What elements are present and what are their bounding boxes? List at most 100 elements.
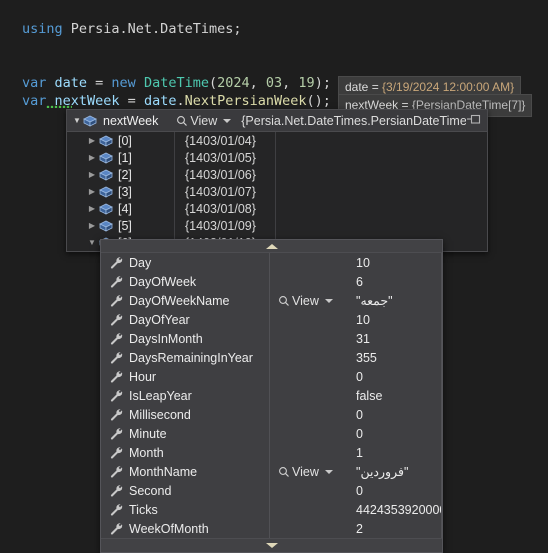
debug-array-row[interactable]: ▶ [5] {1403/01/09}	[67, 217, 487, 234]
property-value: "جمعه"	[356, 294, 393, 308]
property-row[interactable]: Minute 0	[101, 424, 442, 443]
magnifier-icon	[278, 295, 290, 307]
error-squiggle	[46, 104, 72, 108]
wrench-icon	[109, 427, 125, 441]
code-token: (	[208, 75, 218, 91]
wrench-icon	[109, 351, 125, 365]
wrench-icon	[109, 370, 125, 384]
debug-array-value: {1403/01/09}	[185, 218, 256, 233]
property-row[interactable]: DayOfWeekName View "جمعه"	[101, 291, 442, 310]
property-value: "فروردین"	[356, 465, 409, 479]
property-view-button[interactable]: View	[270, 294, 348, 308]
pin-icon[interactable]	[466, 113, 482, 128]
struct-cube-icon	[99, 152, 113, 164]
debug-popup-type-value: {Persia.Net.DateTimes.PersianDateTime[7]…	[241, 113, 466, 128]
property-name: WeekOfMonth	[129, 521, 209, 536]
column-divider	[441, 462, 442, 481]
property-name: MonthName	[129, 464, 198, 479]
triangle-right-icon[interactable]: ▶	[85, 204, 99, 214]
code-line: var date = new DateTime(2024, 03, 19);	[22, 74, 331, 92]
wrench-icon	[109, 484, 125, 498]
column-divider	[275, 200, 276, 217]
property-name: IsLeapYear	[129, 388, 192, 403]
debug-array-row[interactable]: ▶ [4] {1403/01/08}	[67, 200, 487, 217]
debug-array-row[interactable]: ▶ [2] {1403/01/06}	[67, 166, 487, 183]
debug-array-row[interactable]: ▶ [3] {1403/01/07}	[67, 183, 487, 200]
debug-array-value: {1403/01/07}	[185, 184, 256, 199]
debug-popup-header[interactable]: ▼ nextWeek View {Persia.Net.DateTimes.Pe…	[67, 110, 487, 132]
property-value: 0	[356, 483, 363, 498]
column-divider	[275, 132, 276, 149]
property-row[interactable]: WeekOfMonth 2	[101, 519, 442, 538]
property-value: 10	[356, 312, 370, 327]
code-token: );	[314, 75, 331, 91]
chevron-down-icon[interactable]	[324, 298, 333, 303]
triangle-right-icon[interactable]: ▶	[85, 153, 99, 163]
triangle-right-icon[interactable]: ▶	[85, 187, 99, 197]
property-row[interactable]: Ticks 442435392000000000	[101, 500, 442, 519]
triangle-right-icon[interactable]: ▶	[85, 221, 99, 231]
debug-array-index: [5]	[118, 218, 132, 233]
code-token: ();	[306, 93, 331, 109]
property-name: Second	[129, 483, 172, 498]
property-row[interactable]: Month 1	[101, 443, 442, 462]
property-name: Millisecond	[129, 407, 191, 422]
code-token: 2024	[217, 75, 250, 91]
debug-array-value: {1403/01/06}	[185, 167, 256, 182]
chevron-down-icon[interactable]	[223, 118, 232, 123]
code-token: new	[111, 75, 144, 91]
property-row[interactable]: Millisecond 0	[101, 405, 442, 424]
property-row[interactable]: Day 10	[101, 253, 442, 272]
column-divider	[275, 149, 276, 166]
column-divider	[441, 500, 442, 519]
property-row[interactable]: DayOfYear 10	[101, 310, 442, 329]
property-name: DayOfYear	[129, 312, 190, 327]
property-value: 31	[356, 331, 370, 346]
column-divider	[441, 291, 442, 310]
datatip-date-name: date =	[345, 80, 383, 94]
property-row[interactable]: IsLeapYear false	[101, 386, 442, 405]
triangle-right-icon[interactable]: ▶	[85, 170, 99, 180]
debug-array-value: {1403/01/05}	[185, 150, 256, 165]
magnifier-icon	[278, 466, 290, 478]
chevron-down-icon[interactable]	[324, 469, 333, 474]
property-row[interactable]: MonthName View "فروردین"	[101, 462, 442, 481]
property-row[interactable]: Hour 0	[101, 367, 442, 386]
property-value: 442435392000000000	[356, 502, 441, 517]
property-row[interactable]: Second 0	[101, 481, 442, 500]
wrench-icon	[109, 389, 125, 403]
property-view-button[interactable]: View	[270, 465, 348, 479]
property-value: 10	[356, 255, 370, 270]
debug-popup-view-button[interactable]: View	[176, 114, 232, 128]
triangle-right-icon[interactable]: ▶	[85, 136, 99, 146]
column-divider	[275, 217, 276, 234]
debug-array-index: [4]	[118, 201, 132, 216]
triangle-down-icon[interactable]: ▼	[71, 115, 83, 127]
triangle-down-icon[interactable]: ▼	[85, 238, 99, 248]
property-row[interactable]: DaysInMonth 31	[101, 329, 442, 348]
scroll-down-arrow-icon[interactable]	[101, 538, 442, 552]
debug-array-row[interactable]: ▶ [0] {1403/01/04}	[67, 132, 487, 149]
magnifier-icon	[176, 115, 188, 127]
scroll-up-arrow-icon[interactable]	[101, 240, 442, 253]
debug-array-row[interactable]: ▶ [1] {1403/01/05}	[67, 149, 487, 166]
properties-rows[interactable]: Day 10 DayOfWeek 6 DayOfWeekName View "جمعه" Da…	[101, 253, 442, 538]
property-row[interactable]: DayOfWeek 6	[101, 272, 442, 291]
debugger-value-popup[interactable]: ▼ nextWeek View {Persia.Net.DateTimes.Pe…	[66, 109, 488, 252]
property-value: 1	[356, 445, 363, 460]
property-row[interactable]: DaysRemainingInYear 355	[101, 348, 442, 367]
datatip-date-value: {3/19/2024 12:00:00 AM}	[382, 80, 515, 94]
debug-array-index: [0]	[118, 133, 132, 148]
property-value: 0	[356, 426, 363, 441]
property-view-label: View	[292, 293, 319, 308]
struct-cube-icon	[83, 115, 97, 127]
properties-popup[interactable]: Day 10 DayOfWeek 6 DayOfWeekName View "جمعه" Da…	[100, 239, 443, 553]
column-divider	[441, 443, 442, 462]
struct-cube-icon	[99, 186, 113, 198]
wrench-icon	[109, 313, 125, 327]
wrench-icon	[109, 522, 125, 536]
property-value: false	[356, 388, 383, 403]
wrench-icon	[109, 446, 125, 460]
code-token: date	[54, 75, 88, 91]
debug-popup-rows[interactable]: ▶ [0] {1403/01/04} ▶ [1] {1403/01/05} ▶ [2] {140…	[67, 132, 487, 251]
